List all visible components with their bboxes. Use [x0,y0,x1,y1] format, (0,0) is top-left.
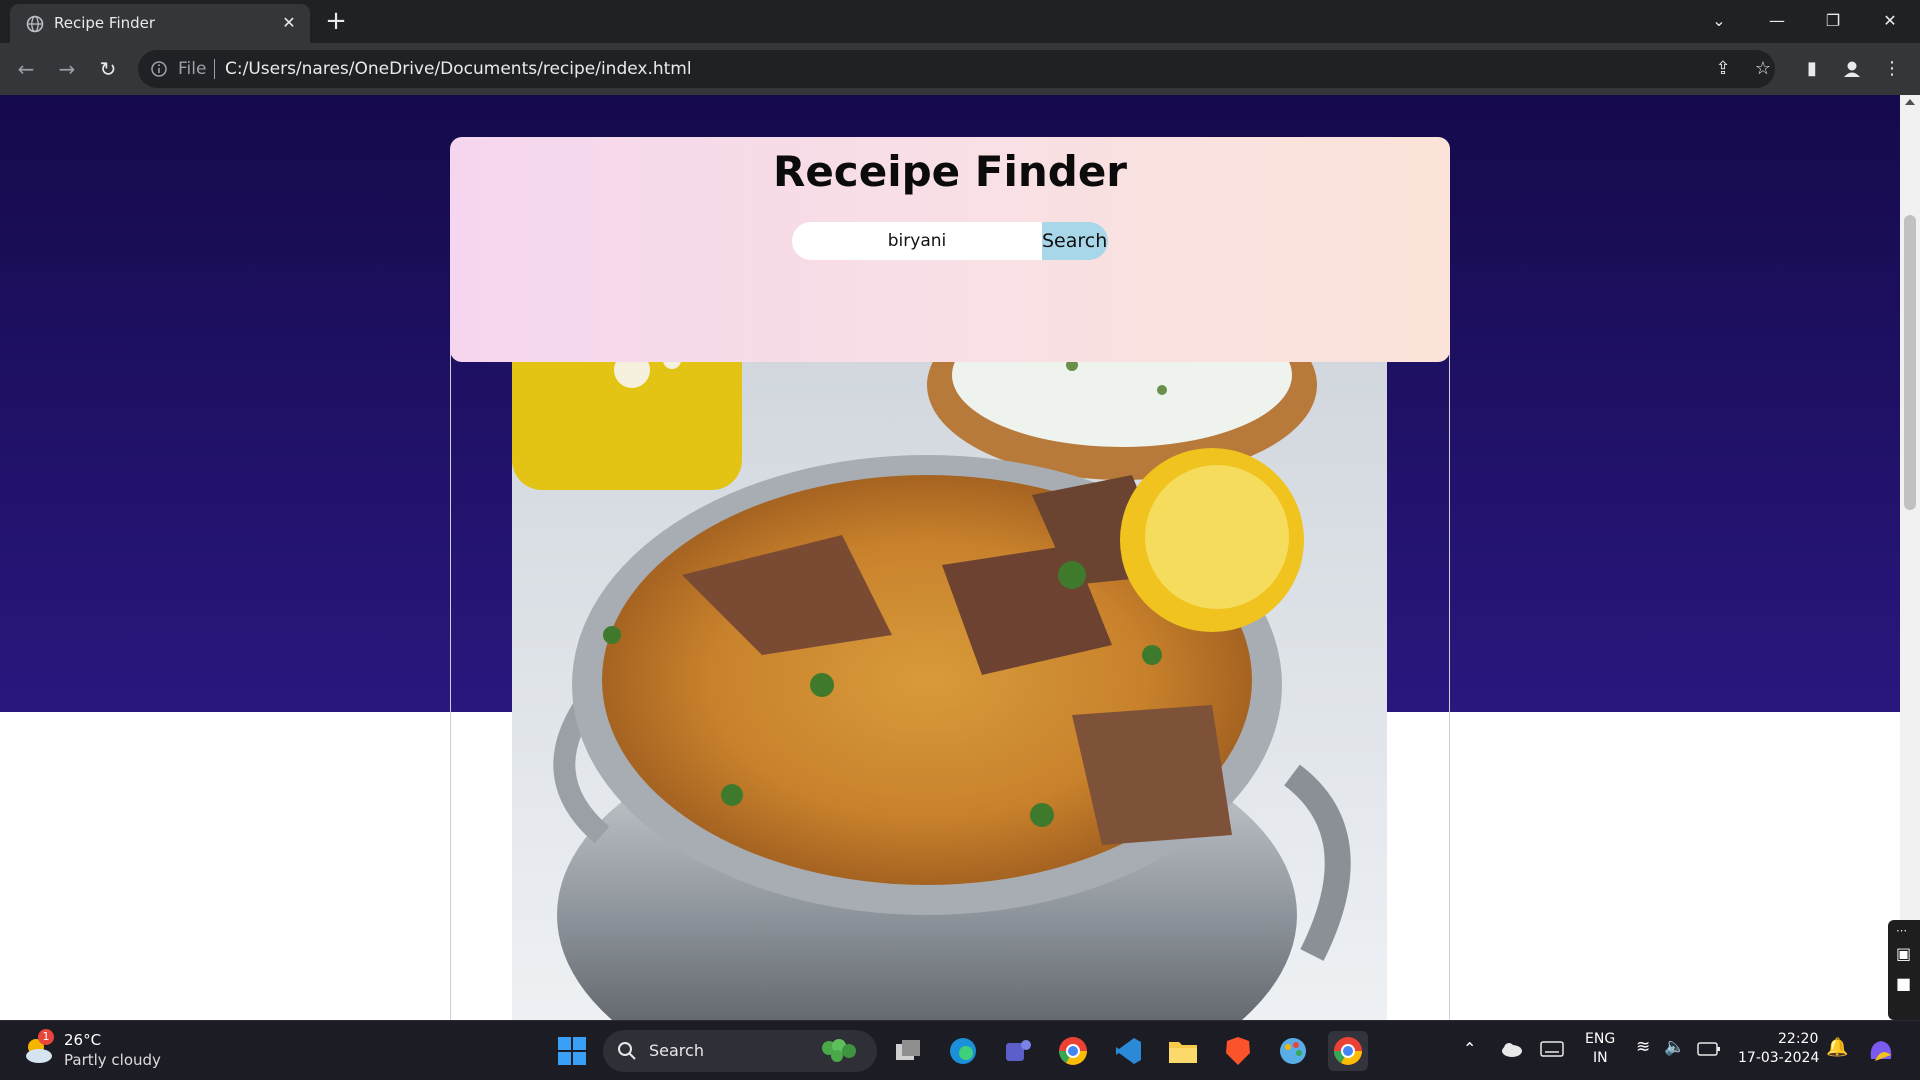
taskbar-search-box[interactable]: Search [603,1030,877,1072]
edge-browser-button[interactable] [943,1031,983,1071]
chrome-icon [1059,1037,1087,1065]
file-explorer-button[interactable] [1163,1031,1203,1071]
forward-arrow-icon[interactable]: → [53,55,81,83]
folder-icon [1169,1042,1197,1063]
chrome-canary-button[interactable] [1053,1031,1093,1071]
edge-icon [950,1038,976,1064]
copilot-icon[interactable] [1865,1035,1897,1067]
video-camera-icon[interactable]: ■ [1896,974,1911,993]
close-window-button[interactable]: ✕ [1868,6,1912,36]
brave-button[interactable] [1218,1031,1258,1071]
profile-icon[interactable] [1838,55,1866,83]
chrome-icon [1334,1037,1362,1065]
close-tab-icon[interactable]: ✕ [278,12,300,34]
browser-tab[interactable]: Recipe Finder ✕ [10,4,310,43]
onedrive-cloud-icon[interactable] [1500,1040,1524,1058]
biryani-photo [512,275,1387,1020]
page-title: Receipe Finder [772,147,1128,196]
task-view-icon [896,1040,920,1060]
weather-condition: Partly cloudy [64,1051,161,1069]
scroll-up-arrow-icon[interactable] [1905,99,1915,105]
browser-toolbar: ← → ↻ File C:/Users/nares/OneDrive/Docum… [0,43,1920,95]
new-tab-button[interactable]: + [322,8,350,36]
floating-capture-widget: ⋯ ▣ ■ [1888,920,1920,1020]
battery-icon[interactable] [1697,1041,1721,1057]
scroll-thumb[interactable] [1904,215,1916,510]
recipe-search-input[interactable] [792,222,1042,260]
recipe-image [512,275,1387,1020]
search-button[interactable]: Search [1042,222,1108,260]
share-icon[interactable]: ⇪ [1709,55,1737,83]
browser-tab-strip: Recipe Finder ✕ + ⌄ — ❐ ✕ [0,0,1920,43]
brave-lion-icon [1226,1037,1250,1065]
vscode-icon [1116,1038,1141,1064]
side-panel-icon[interactable]: ▮ [1798,55,1826,83]
language-indicator[interactable]: ENG [1585,1031,1615,1047]
info-icon[interactable] [150,60,168,78]
search-card: Receipe Finder Search [450,137,1450,362]
windows-logo-icon [558,1037,586,1065]
bookmark-star-icon[interactable]: ☆ [1749,55,1777,83]
camera-icon[interactable]: ▣ [1896,944,1911,963]
teams-icon [1006,1040,1031,1061]
keyboard-icon[interactable] [1540,1041,1564,1057]
page-scrollbar[interactable] [1900,95,1920,1020]
task-view-button[interactable] [888,1031,928,1071]
back-arrow-icon[interactable]: ← [12,55,40,83]
globe-icon [26,15,44,33]
volume-icon[interactable]: 🔈 [1664,1037,1685,1057]
tab-title: Recipe Finder [54,14,156,32]
start-button[interactable] [552,1031,592,1071]
restore-button[interactable]: ❐ [1811,6,1855,36]
paint-palette-icon [1280,1038,1306,1064]
minimize-button[interactable]: — [1755,6,1799,36]
teams-button[interactable] [998,1031,1038,1071]
page-viewport: Receipe Finder Search [0,95,1900,1020]
shamrock-decoration-icon [822,1039,856,1062]
address-bar[interactable]: File C:/Users/nares/OneDrive/Documents/r… [138,50,1775,88]
temperature: 26°C [64,1031,102,1049]
widget-more-icon[interactable]: ⋯ [1896,924,1907,937]
reload-icon[interactable]: ↻ [94,55,122,83]
windows-taskbar: 1 26°C Partly cloudy Search ⌃ ENG IN ≋ 🔈… [0,1020,1920,1080]
vscode-button[interactable] [1108,1031,1148,1071]
address-url[interactable]: C:/Users/nares/OneDrive/Documents/recipe… [225,59,692,79]
address-scheme-label: File [178,59,207,79]
tab-search-chevron-icon[interactable]: ⌄ [1697,6,1741,36]
notification-bell-icon[interactable]: 🔔 [1826,1037,1848,1058]
language-region: IN [1593,1050,1608,1066]
show-hidden-icons-chevron-icon[interactable]: ⌃ [1463,1039,1476,1058]
clock-time[interactable]: 22:20 [1778,1031,1818,1047]
weather-alert-badge: 1 [38,1029,54,1045]
taskbar-search-label: Search [649,1041,704,1060]
address-divider [214,59,215,79]
weather-widget[interactable]: 1 26°C Partly cloudy [22,1029,222,1073]
chrome-active-button[interactable] [1328,1031,1368,1071]
search-icon [618,1042,636,1060]
clock-date[interactable]: 17-03-2024 [1738,1050,1819,1066]
copilot-paint-button[interactable] [1273,1031,1313,1071]
wifi-icon[interactable]: ≋ [1636,1037,1650,1057]
menu-kebab-icon[interactable]: ⋮ [1878,55,1906,83]
